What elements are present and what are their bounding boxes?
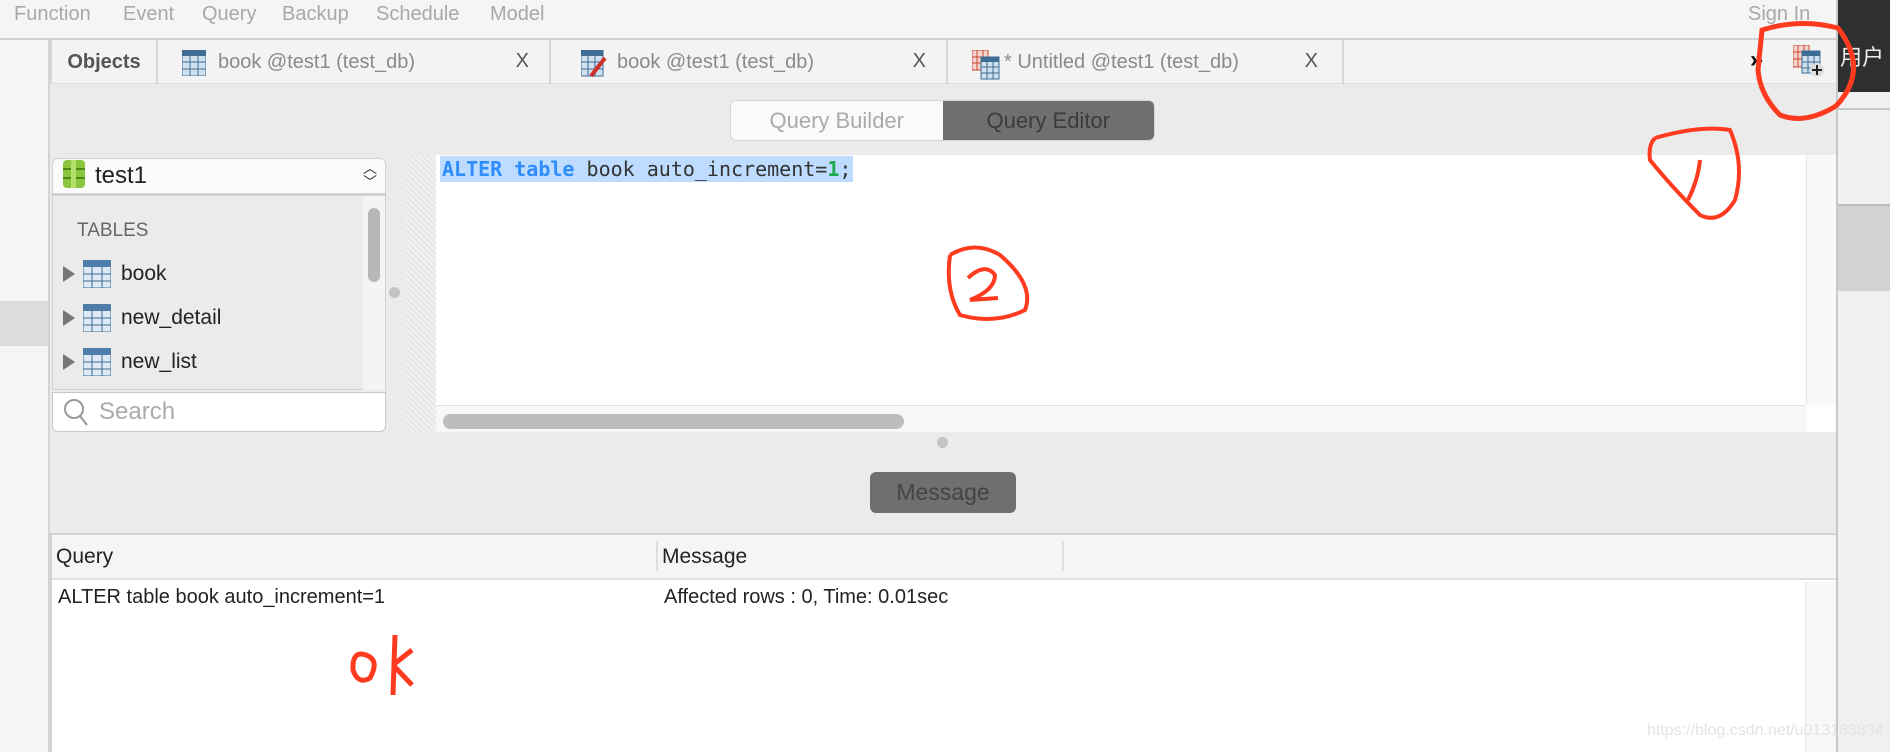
- table-edit-icon: [580, 49, 607, 78]
- table-item-new-detail[interactable]: new_detail: [63, 304, 221, 332]
- tab-book-2[interactable]: book @test1 (test_db) X: [551, 40, 948, 84]
- close-icon[interactable]: X: [516, 50, 529, 73]
- menu-schedule[interactable]: Schedule: [376, 3, 459, 26]
- query-editor-button[interactable]: Query Editor: [942, 101, 1154, 140]
- query-icon: [971, 49, 1000, 80]
- editor-vertical-scrollbar[interactable]: [1806, 155, 1836, 405]
- background-window-label: 用户: [1840, 45, 1885, 70]
- vertical-splitter-handle[interactable]: [389, 287, 400, 298]
- editor-gutter: [406, 155, 436, 432]
- expand-icon[interactable]: [63, 266, 75, 282]
- column-header-message[interactable]: Message: [662, 545, 747, 569]
- horizontal-splitter-handle[interactable]: [937, 437, 948, 448]
- menu-query[interactable]: Query: [202, 3, 256, 26]
- menu-bar: Function Event Query Backup Schedule Mod…: [0, 0, 1836, 40]
- watermark: https://blog.csdn.net/u013163834: [1647, 722, 1884, 739]
- tab-book-1[interactable]: book @test1 (test_db) X: [158, 40, 551, 84]
- sql-keyword: table: [514, 157, 575, 181]
- tab-label: book @test1 (test_db): [617, 50, 815, 73]
- left-navigation-selected-item[interactable]: [0, 301, 48, 346]
- tab-bar: Objects book @test1 (test_db) X book @te…: [50, 40, 1836, 84]
- table-icon: [83, 348, 111, 376]
- divider: [1838, 108, 1890, 110]
- results-header: Query Message: [52, 535, 1836, 580]
- editor-horizontal-scrollbar[interactable]: [436, 405, 1806, 432]
- table-item-book[interactable]: book: [63, 260, 167, 288]
- background-window-edge: 用户: [1836, 0, 1890, 752]
- database-icon: [63, 159, 85, 193]
- table-icon: [181, 49, 207, 77]
- expand-icon[interactable]: [63, 310, 75, 326]
- tab-label: * Untitled @test1 (test_db): [1004, 50, 1239, 73]
- sql-text: ;: [839, 157, 852, 181]
- tab-objects-label: Objects: [67, 50, 141, 73]
- table-name: new_list: [121, 350, 197, 373]
- table-name: book: [121, 262, 167, 285]
- table-icon: [83, 260, 111, 288]
- table-search-input[interactable]: Search: [52, 392, 386, 432]
- sql-code-line[interactable]: ALTER table book auto_increment=1;: [440, 156, 854, 182]
- close-icon[interactable]: X: [913, 50, 926, 73]
- menu-backup[interactable]: Backup: [282, 3, 349, 26]
- table-item-new-list[interactable]: new_list: [63, 348, 197, 376]
- mode-switch: Query Builder Query Editor: [730, 100, 1155, 141]
- tab-untitled-query[interactable]: * Untitled @test1 (test_db) X: [948, 40, 1344, 84]
- sql-editor[interactable]: [406, 155, 1836, 432]
- chevron-up-down-icon: ︿ ﹀: [363, 160, 377, 190]
- new-query-icon[interactable]: [1792, 44, 1825, 82]
- scrollbar-thumb[interactable]: [368, 208, 380, 282]
- tables-section-header: TABLES: [77, 220, 149, 241]
- column-header-query[interactable]: Query: [56, 545, 113, 569]
- background-window-band: [1838, 204, 1890, 291]
- table-list: TABLES book new_detail new_list: [52, 194, 386, 390]
- search-placeholder: Search: [99, 398, 176, 425]
- menu-model[interactable]: Model: [490, 3, 544, 26]
- database-selector[interactable]: test1 ︿ ﹀: [52, 158, 386, 194]
- sign-in-link[interactable]: Sign In: [1748, 3, 1810, 26]
- table-icon: [83, 304, 111, 332]
- result-query-cell: ALTER table book auto_increment=1: [58, 586, 386, 608]
- menu-function[interactable]: Function: [14, 3, 91, 26]
- tab-overflow-button[interactable]: »: [1750, 46, 1763, 74]
- sql-text: book auto_increment=: [574, 157, 828, 181]
- tab-label: book @test1 (test_db): [218, 50, 416, 73]
- table-list-scrollbar[interactable]: [363, 196, 385, 390]
- message-tab-button[interactable]: Message: [870, 472, 1016, 513]
- tab-objects[interactable]: Objects: [50, 40, 158, 84]
- sql-keyword: ALTER: [442, 157, 503, 181]
- column-divider[interactable]: [1062, 541, 1064, 571]
- database-name: test1: [95, 162, 148, 189]
- menu-event[interactable]: Event: [123, 3, 174, 26]
- left-navigation-strip: [0, 40, 50, 752]
- table-name: new_detail: [121, 306, 222, 329]
- scrollbar-thumb[interactable]: [443, 414, 904, 429]
- query-builder-button[interactable]: Query Builder: [731, 101, 943, 140]
- expand-icon[interactable]: [63, 354, 75, 370]
- column-divider[interactable]: [656, 541, 658, 571]
- result-message-cell: Affected rows : 0, Time: 0.01sec: [664, 586, 949, 608]
- search-icon: [64, 399, 88, 426]
- sql-number: 1: [827, 157, 840, 181]
- close-icon[interactable]: X: [1305, 50, 1318, 73]
